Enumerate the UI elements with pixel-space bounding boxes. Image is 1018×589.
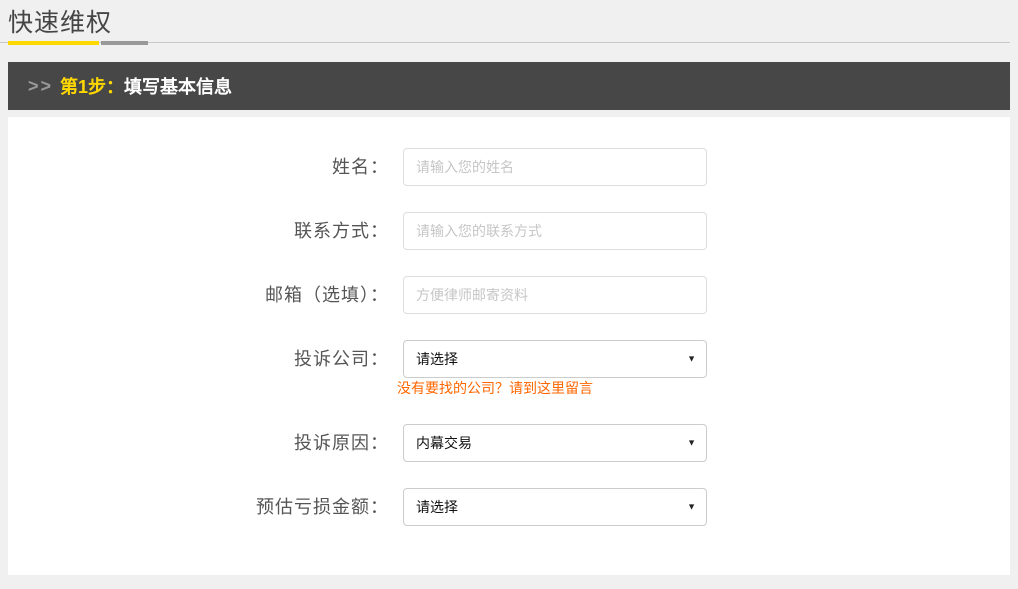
loss-label: 预估亏损金额： [8, 488, 403, 526]
chevron-down-icon: ▼ [687, 355, 696, 364]
step-title-label: 填写基本信息 [124, 73, 232, 99]
step-number-label: 第1步： [60, 73, 124, 99]
email-label: 邮箱（选填）： [8, 276, 403, 314]
loss-select[interactable]: 请选择 ▼ [403, 488, 707, 526]
contact-label: 联系方式： [8, 212, 403, 250]
chevron-down-icon: ▼ [687, 503, 696, 512]
email-input[interactable] [403, 276, 707, 314]
page-title: 快速维权 [0, 7, 1018, 39]
form-row-company: 投诉公司： 请选择 ▼ 没有要找的公司？请到这里留言 [8, 340, 1010, 398]
double-chevron-icon: >> [28, 76, 53, 97]
form-row-name: 姓名： [8, 148, 1010, 186]
company-label: 投诉公司： [8, 340, 403, 378]
company-select[interactable]: 请选择 ▼ [403, 340, 707, 378]
company-select-value: 请选择 [416, 349, 458, 369]
title-underline-yellow-bar [8, 41, 99, 45]
form-row-email: 邮箱（选填）： [8, 276, 1010, 314]
title-underline-gray-bar [101, 41, 148, 45]
contact-input[interactable] [403, 212, 707, 250]
reason-select-value: 内幕交易 [416, 433, 472, 453]
chevron-down-icon: ▼ [687, 439, 696, 448]
reason-select[interactable]: 内幕交易 ▼ [403, 424, 707, 462]
title-underline [0, 41, 1018, 47]
form-row-loss: 预估亏损金额： 请选择 ▼ [8, 488, 1010, 526]
name-label: 姓名： [8, 148, 403, 186]
company-not-found-link[interactable]: 没有要找的公司？请到这里留言 [397, 380, 593, 396]
name-input[interactable] [403, 148, 707, 186]
form-panel: 姓名： 联系方式： 邮箱（选填）： 投诉公司： 请选择 ▼ 没有要找的公司？请到… [8, 117, 1010, 575]
page-header: 快速维权 [0, 0, 1018, 47]
title-underline-thin-line [0, 42, 1010, 43]
reason-label: 投诉原因： [8, 424, 403, 462]
form-row-contact: 联系方式： [8, 212, 1010, 250]
step-header-bar: >> 第1步： 填写基本信息 [8, 62, 1010, 110]
form-row-reason: 投诉原因： 内幕交易 ▼ [8, 424, 1010, 462]
loss-select-value: 请选择 [416, 497, 458, 517]
